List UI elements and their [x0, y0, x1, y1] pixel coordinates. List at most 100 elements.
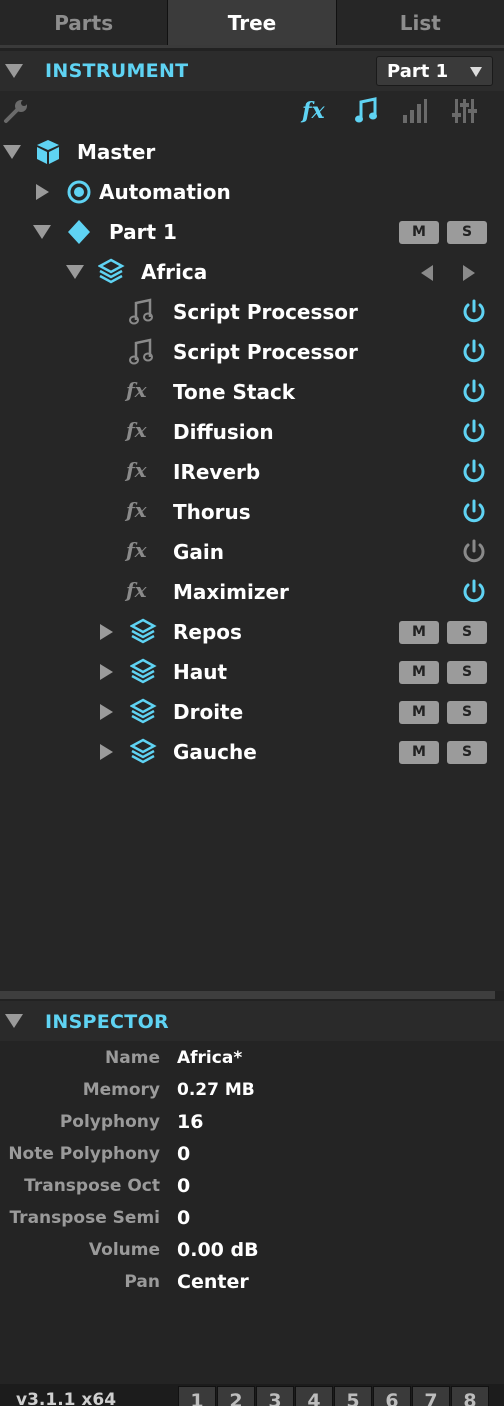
power-icon[interactable] [461, 299, 487, 325]
panel-splitter[interactable] [0, 991, 495, 999]
page-button-8[interactable]: 8 [451, 1386, 489, 1406]
page-button-4[interactable]: 4 [295, 1386, 333, 1406]
page-button-2[interactable]: 2 [217, 1386, 255, 1406]
module-label: Script Processor [173, 340, 358, 364]
power-icon[interactable] [461, 379, 487, 405]
note-filter-icon[interactable] [353, 97, 379, 125]
tab-tree[interactable]: Tree [168, 0, 337, 45]
collapse-instrument-icon[interactable] [5, 64, 23, 78]
power-icon[interactable] [461, 419, 487, 445]
collapse-inspector-icon[interactable] [5, 1014, 23, 1028]
tree-row-module[interactable]: fx Diffusion [0, 412, 504, 452]
collapse-master-icon[interactable] [3, 145, 21, 159]
power-icon[interactable] [461, 579, 487, 605]
expand-layer-icon[interactable] [100, 744, 113, 760]
module-label: Script Processor [173, 300, 358, 324]
tab-parts[interactable]: Parts [0, 0, 169, 45]
layers-icon [130, 698, 157, 724]
fx-icon: fx [126, 578, 147, 602]
mute-button[interactable]: M [399, 621, 439, 644]
tree-row-module[interactable]: fx Gain [0, 532, 504, 572]
tree-row-layer[interactable]: Africa [0, 252, 504, 292]
power-icon[interactable] [461, 339, 487, 365]
cube-icon [37, 140, 59, 164]
page-button-3[interactable]: 3 [256, 1386, 294, 1406]
collapse-part-icon[interactable] [33, 225, 51, 239]
prop-value-transpose-oct[interactable]: 0 [177, 1175, 190, 1197]
tree-row-sublayer[interactable]: Gauche M S [0, 732, 504, 772]
module-label: Thorus [173, 500, 251, 524]
module-label: Diffusion [173, 420, 274, 444]
power-off-icon[interactable] [461, 539, 487, 565]
fx-icon: fx [126, 378, 147, 402]
solo-button[interactable]: S [447, 661, 487, 684]
part-select[interactable]: Part 1 [376, 56, 493, 86]
fx-icon: fx [126, 458, 147, 482]
module-label: IReverb [173, 460, 261, 484]
expand-automation-icon[interactable] [36, 184, 49, 200]
next-arrow-icon[interactable] [460, 264, 478, 282]
solo-button[interactable]: S [447, 221, 487, 244]
page-button-6[interactable]: 6 [373, 1386, 411, 1406]
page-button-7[interactable]: 7 [412, 1386, 450, 1406]
mute-button[interactable]: M [399, 701, 439, 724]
sublayer-label: Haut [173, 660, 228, 684]
note-icon [129, 298, 153, 325]
instrument-title: INSTRUMENT [45, 60, 189, 82]
tab-list[interactable]: List [336, 0, 504, 45]
fx-filter-icon[interactable]: fx [302, 97, 325, 125]
power-icon[interactable] [461, 459, 487, 485]
dropdown-arrow-icon [470, 67, 482, 77]
bars-icon[interactable] [402, 97, 428, 125]
prop-value-pan[interactable]: Center [177, 1271, 249, 1293]
prop-key-polyphony: Polyphony [59, 1112, 160, 1132]
tree-row-part[interactable]: Part 1 M S [0, 212, 504, 252]
tree-row-sublayer[interactable]: Haut M S [0, 652, 504, 692]
tree-row-sublayer[interactable]: Repos M S [0, 612, 504, 652]
fx-icon: fx [126, 418, 147, 442]
expand-layer-icon[interactable] [100, 624, 113, 640]
prop-value-volume[interactable]: 0.00 dB [177, 1239, 259, 1261]
power-icon[interactable] [461, 499, 487, 525]
collapse-layer-icon[interactable] [66, 265, 84, 279]
layers-icon [98, 258, 125, 284]
mute-button[interactable]: M [399, 661, 439, 684]
note-icon [129, 338, 153, 365]
sliders-icon[interactable] [452, 97, 478, 125]
prop-key-transpose-oct: Transpose Oct [24, 1176, 160, 1196]
prop-key-volume: Volume [88, 1240, 160, 1260]
prop-value-note-polyphony[interactable]: 0 [177, 1143, 190, 1165]
tree-row-module[interactable]: fx IReverb [0, 452, 504, 492]
inspector-header: INSPECTOR [0, 1001, 504, 1041]
solo-button[interactable]: S [447, 621, 487, 644]
status-bar: v3.1.1 x64 1 2 3 4 5 6 7 8 [0, 1384, 504, 1406]
prop-value-transpose-semi[interactable]: 0 [177, 1207, 190, 1229]
sublayer-label: Droite [173, 700, 244, 724]
mute-button[interactable]: M [399, 221, 439, 244]
tree-row-module[interactable]: fx Tone Stack [0, 372, 504, 412]
tree-row-module[interactable]: fx Thorus [0, 492, 504, 532]
mute-button[interactable]: M [399, 741, 439, 764]
tree-row-master[interactable]: Master [0, 132, 504, 172]
solo-button[interactable]: S [447, 741, 487, 764]
tree-row-automation[interactable]: Automation [0, 172, 504, 212]
tree-row-module[interactable]: Script Processor [0, 292, 504, 332]
expand-layer-icon[interactable] [100, 664, 113, 680]
solo-button[interactable]: S [447, 701, 487, 724]
prop-value-name[interactable]: Africa* [177, 1048, 242, 1068]
page-button-1[interactable]: 1 [178, 1386, 216, 1406]
inspector-panel: Name Africa* Memory 0.27 MB Polyphony 16… [0, 1041, 504, 1384]
view-tabs: Parts Tree List [0, 0, 504, 48]
wrench-icon[interactable] [2, 97, 30, 125]
tree-row-module[interactable]: Script Processor [0, 332, 504, 372]
module-label: Maximizer [173, 580, 289, 604]
expand-layer-icon[interactable] [100, 704, 113, 720]
previous-arrow-icon[interactable] [418, 264, 436, 282]
tree-row-sublayer[interactable]: Droite M S [0, 692, 504, 732]
page-button-5[interactable]: 5 [334, 1386, 372, 1406]
prop-key-name: Name [105, 1048, 160, 1068]
tree-toolbar: fx [0, 91, 504, 131]
module-label: Gain [173, 540, 225, 564]
tree-row-module[interactable]: fx Maximizer [0, 572, 504, 612]
prop-value-polyphony[interactable]: 16 [177, 1111, 203, 1133]
